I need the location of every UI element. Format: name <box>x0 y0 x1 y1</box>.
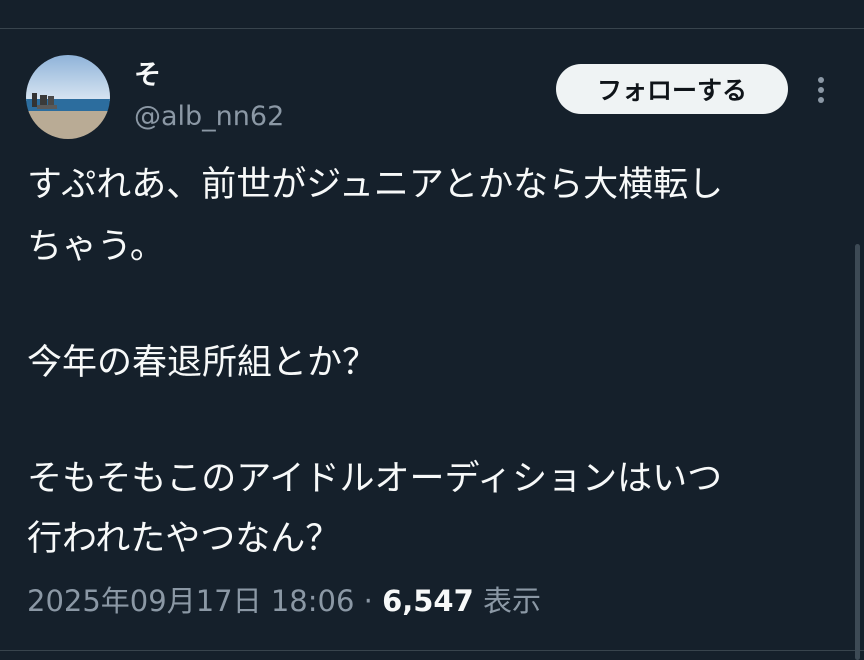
more-button[interactable] <box>806 72 836 108</box>
top-divider <box>0 28 864 29</box>
tweet-text-line: そもそもこのアイドルオーディションはいつ <box>27 459 723 499</box>
tweet-meta: 2025年09月17日 18:06 · 6,547 表示 <box>27 582 541 620</box>
display-name[interactable]: そ <box>134 60 161 92</box>
avatar-image <box>26 55 110 139</box>
avatar[interactable] <box>26 55 110 139</box>
timestamp[interactable]: 2025年09月17日 18:06 <box>27 584 354 618</box>
tweet-text-line: ちゃう。 <box>27 227 165 267</box>
meta-separator: · <box>363 584 373 618</box>
more-vertical-icon <box>818 77 824 103</box>
scrollbar[interactable] <box>855 244 860 660</box>
tweet-text-line: すぷれあ、前世がジュニアとかなら大横転し <box>27 165 724 205</box>
follow-button[interactable]: フォローする <box>556 64 788 114</box>
tweet-text-line: 行われたやつなん？ <box>27 519 341 559</box>
views-count: 6,547 <box>382 584 474 618</box>
user-handle[interactable]: @alb_nn62 <box>134 101 284 133</box>
tweet-text-line: 今年の春退所組とか？ <box>27 343 378 383</box>
bottom-divider <box>0 650 864 651</box>
views-label: 表示 <box>483 584 542 618</box>
